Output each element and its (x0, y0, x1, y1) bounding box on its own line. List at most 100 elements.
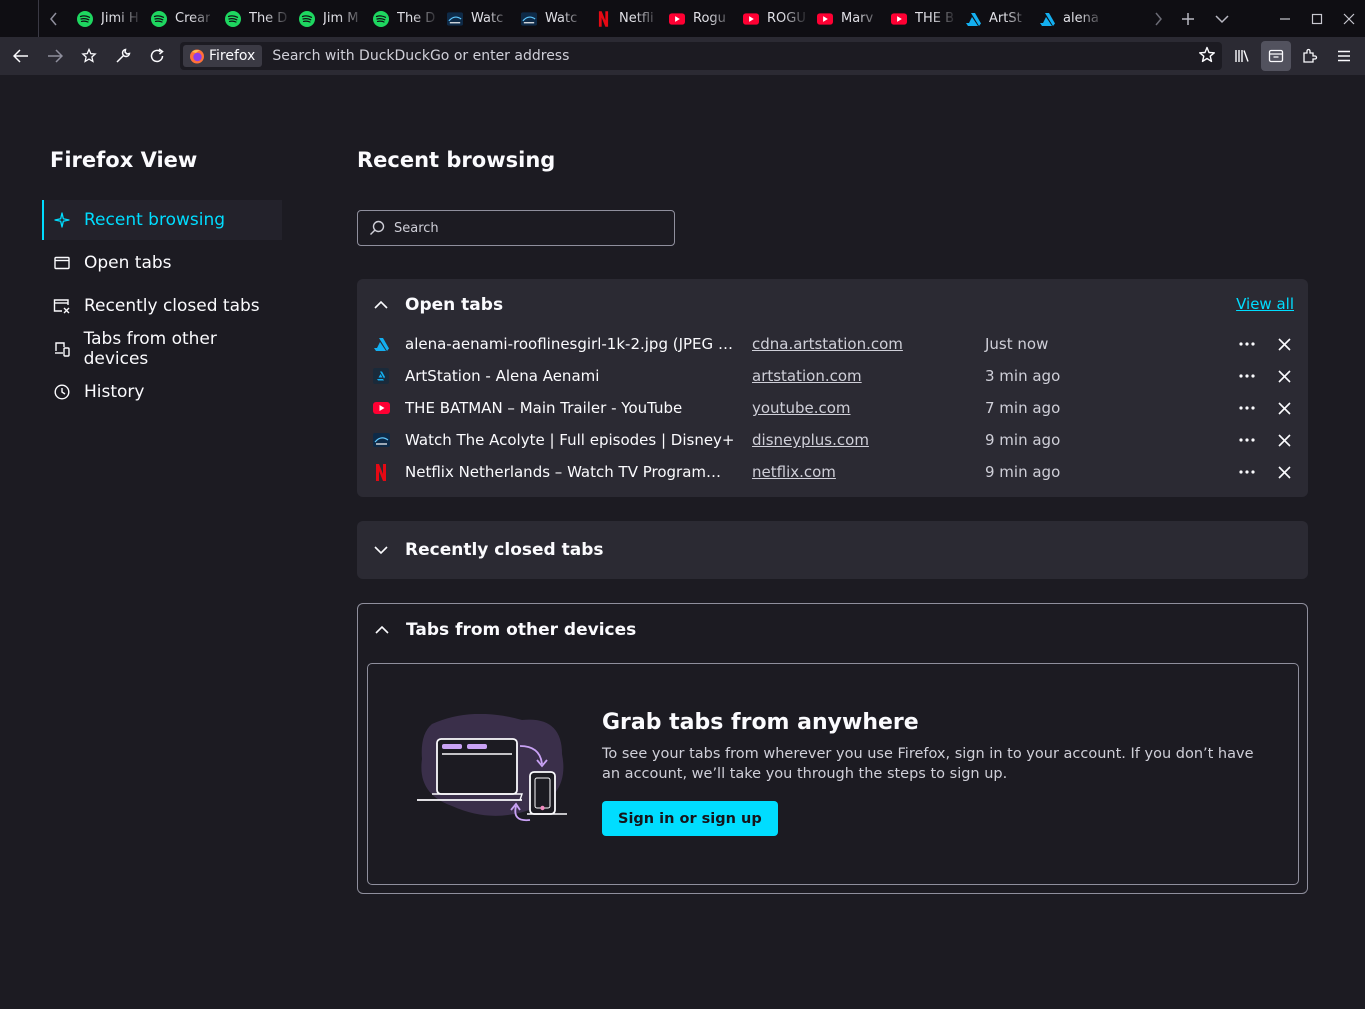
browser-tab[interactable]: ArtSt (957, 0, 1031, 37)
open-tabs-heading: Open tabs (405, 295, 504, 315)
browser-tab[interactable]: ROGU (735, 0, 809, 37)
open-tabs-header[interactable]: Open tabs (357, 279, 1308, 331)
tab-strip: Jimi H Crear The D Jim M The D Watc Watc Netfli… (0, 0, 1365, 37)
library-button[interactable] (1225, 37, 1259, 75)
more-options-button[interactable] (1235, 396, 1259, 420)
minimize-button[interactable] (1269, 0, 1301, 37)
artstation-icon (1039, 11, 1055, 27)
sidebar-item-history[interactable]: History (42, 372, 282, 412)
new-tab-button[interactable] (1171, 0, 1205, 37)
browser-tab[interactable]: Crear (143, 0, 217, 37)
close-tab-button[interactable] (1272, 332, 1296, 356)
spotify-icon (225, 10, 241, 27)
close-window-button[interactable] (1333, 0, 1365, 37)
url-input[interactable] (270, 47, 1175, 65)
sidebar-item-tabs-from-other-devices[interactable]: Tabs from other devices (42, 329, 282, 369)
browser-tab[interactable]: THE B (883, 0, 957, 37)
identity-box[interactable]: Firefox (183, 45, 263, 67)
close-tab-button[interactable] (1272, 428, 1296, 452)
table-row[interactable]: Watch The Acolyte | Full episodes | Disn… (357, 424, 1308, 456)
maximize-button[interactable] (1301, 0, 1333, 37)
navigation-toolbar: Firefox (0, 37, 1365, 75)
address-bar[interactable]: Firefox (180, 42, 1222, 70)
hamburger-menu-icon (1338, 50, 1350, 62)
browser-tab[interactable]: The D (217, 0, 291, 37)
spotify-icon (299, 10, 315, 27)
browser-tab[interactable]: Jimi H (69, 0, 143, 37)
tab-title[interactable]: THE BATMAN – Main Trailer - YouTube (405, 399, 735, 417)
tab-title[interactable]: Watch The Acolyte | Full episodes | Disn… (405, 431, 735, 449)
browser-tab[interactable]: alena (1031, 0, 1105, 37)
firefox-view-toolbar-button[interactable] (1261, 41, 1291, 71)
reload-button[interactable] (140, 37, 174, 75)
browser-tab[interactable]: Netfli (587, 0, 661, 37)
chevron-up-icon[interactable] (373, 297, 389, 313)
table-row[interactable]: alena-aenami-rooflinesgirl-1k-2.jpg (JPE… (357, 328, 1308, 360)
close-icon (1277, 337, 1291, 351)
tab-url[interactable]: cdna.artstation.com (752, 335, 903, 353)
tab-url[interactable]: youtube.com (752, 399, 851, 417)
scroll-tabs-right-button[interactable] (1145, 0, 1171, 37)
view-all-link[interactable]: View all (1236, 295, 1294, 313)
youtube-icon (743, 11, 759, 27)
table-row[interactable]: Netflix Netherlands – Watch TV Programme… (357, 456, 1308, 488)
scroll-tabs-left-button[interactable] (38, 0, 69, 37)
chevron-up-icon[interactable] (374, 622, 390, 638)
sign-in-button[interactable]: Sign in or sign up (602, 801, 778, 836)
more-options-button[interactable] (1235, 460, 1259, 484)
plus-icon (1182, 12, 1194, 25)
tab-time: 9 min ago (985, 431, 1061, 449)
tab-time: 3 min ago (985, 367, 1061, 385)
browser-tab[interactable]: Jim M (291, 0, 365, 37)
tab-title[interactable]: Netflix Netherlands – Watch TV Programme… (405, 463, 735, 481)
close-tab-button[interactable] (1272, 396, 1296, 420)
clock-icon (53, 383, 71, 401)
close-tab-button[interactable] (1272, 364, 1296, 388)
netflix-icon (595, 10, 611, 27)
sidebar-item-open-tabs[interactable]: Open tabs (42, 243, 282, 283)
browser-tab[interactable]: The D (365, 0, 439, 37)
bookmark-star-button[interactable] (1198, 46, 1216, 68)
tab-url[interactable]: netflix.com (752, 463, 836, 481)
sidebar-item-label: Recently closed tabs (84, 296, 260, 316)
arrow-left-icon (13, 49, 28, 63)
forward-button[interactable] (38, 37, 72, 75)
tab-title[interactable]: alena-aenami-rooflinesgirl-1k-2.jpg (JPE… (405, 335, 735, 353)
tab-url[interactable]: disneyplus.com (752, 431, 869, 449)
browser-tab[interactable]: Rogu (661, 0, 735, 37)
developer-tools-button[interactable] (106, 37, 140, 75)
chevron-down-icon[interactable] (373, 542, 389, 558)
more-options-button[interactable] (1235, 332, 1259, 356)
netflix-icon (372, 463, 390, 481)
tab-title[interactable]: ArtStation - Alena Aenami (405, 367, 735, 385)
search-input[interactable] (392, 219, 656, 237)
extensions-button[interactable] (1293, 37, 1327, 75)
app-menu-button[interactable] (1327, 37, 1361, 75)
other-devices-header[interactable]: Tabs from other devices (358, 604, 1307, 656)
list-all-tabs-button[interactable] (1205, 0, 1239, 37)
spotify-icon (77, 10, 93, 27)
devices-icon (53, 340, 71, 358)
artstation-icon (372, 367, 390, 385)
puzzle-piece-icon (1303, 48, 1318, 63)
back-button[interactable] (4, 37, 38, 75)
other-devices-card: Tabs from other devices Grab tabs from a… (357, 603, 1308, 894)
sidebar-item-recently-closed-tabs[interactable]: Recently closed tabs (42, 286, 282, 326)
table-row[interactable]: ArtStation - Alena Aenami artstation.com… (357, 360, 1308, 392)
firefox-view-button[interactable] (72, 37, 106, 75)
more-options-button[interactable] (1235, 364, 1259, 388)
browser-tab[interactable]: Watc (439, 0, 513, 37)
sidebar-item-recent-browsing[interactable]: Recent browsing (42, 200, 282, 240)
tab-url[interactable]: artstation.com (752, 367, 862, 385)
ellipsis-icon (1239, 438, 1255, 442)
wrench-icon (116, 48, 131, 63)
close-tab-button[interactable] (1272, 460, 1296, 484)
spotify-icon (373, 10, 389, 27)
recently-closed-header[interactable]: Recently closed tabs (357, 521, 1308, 579)
browser-tab[interactable]: Marv (809, 0, 883, 37)
table-row[interactable]: THE BATMAN – Main Trailer - YouTube yout… (357, 392, 1308, 424)
search-box[interactable] (357, 210, 675, 246)
recently-closed-card: Recently closed tabs (357, 521, 1308, 579)
browser-tab[interactable]: Watc (513, 0, 587, 37)
more-options-button[interactable] (1235, 428, 1259, 452)
